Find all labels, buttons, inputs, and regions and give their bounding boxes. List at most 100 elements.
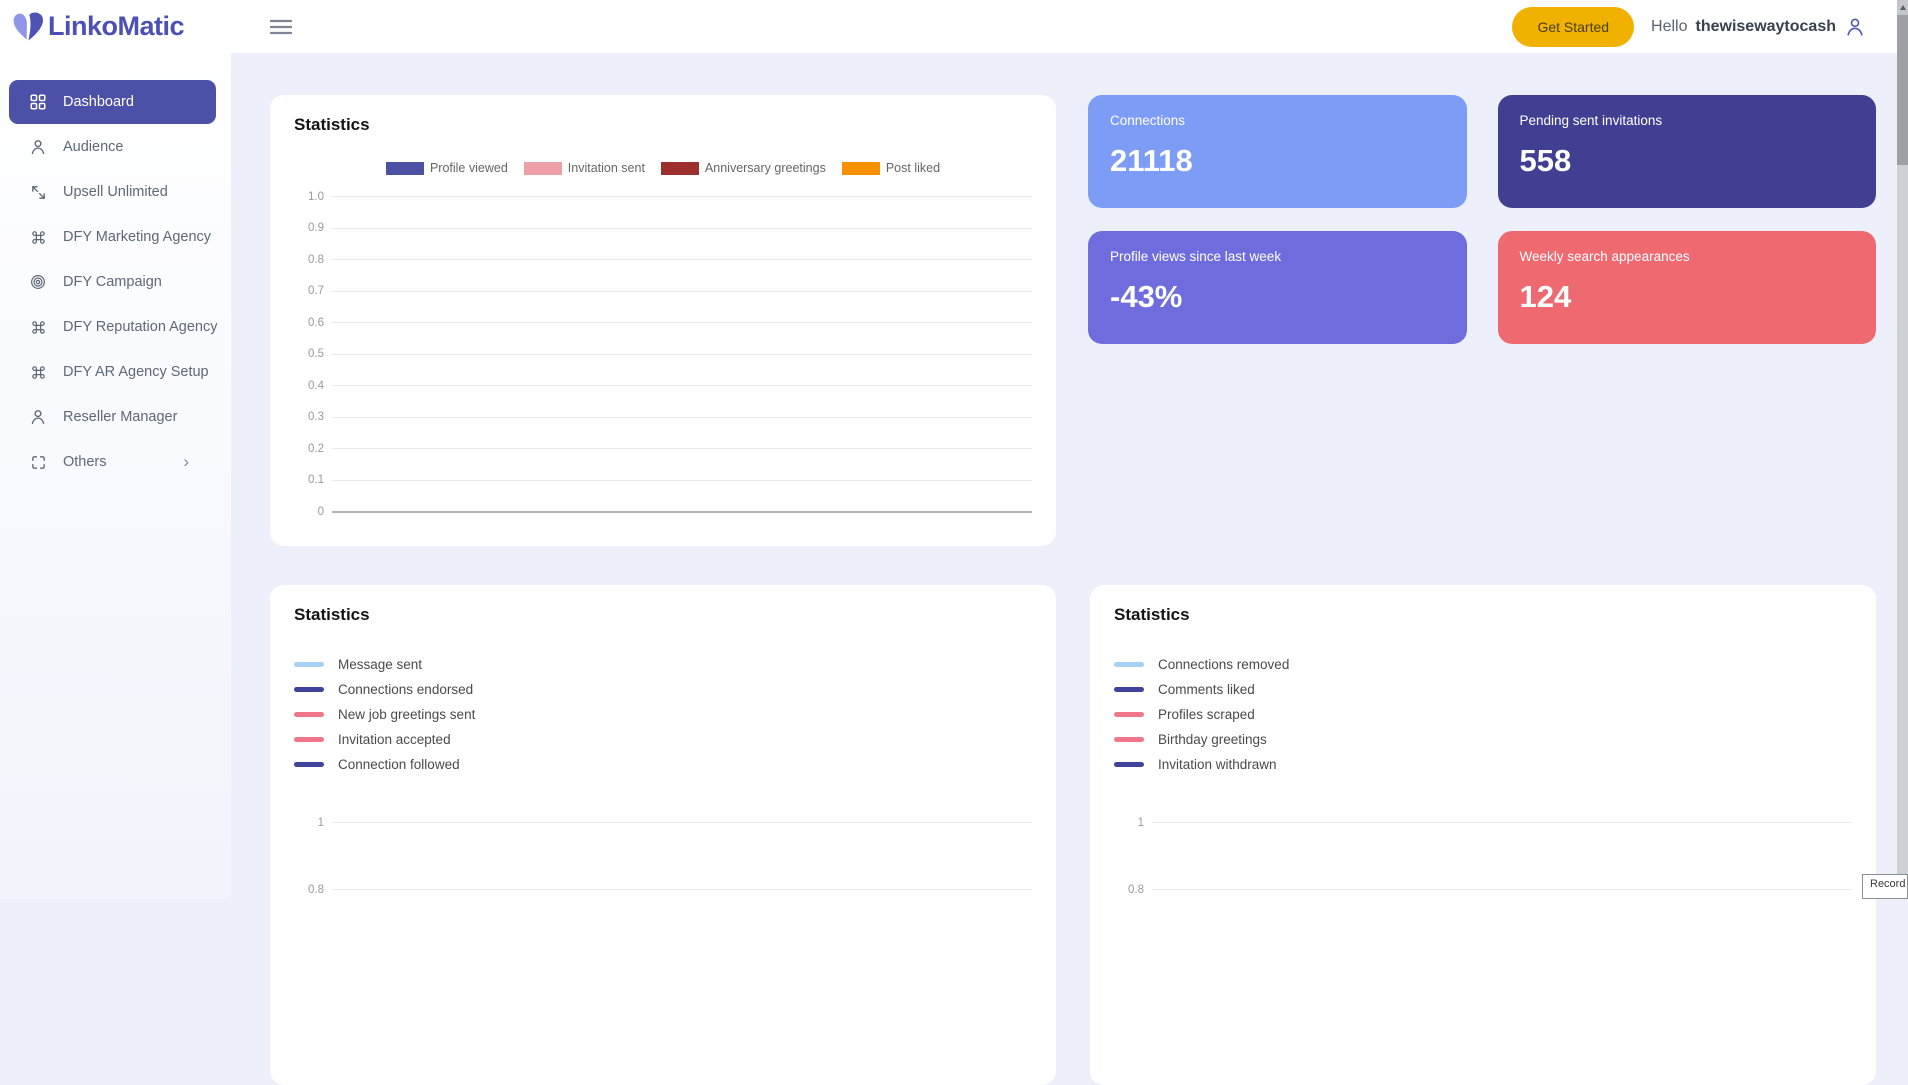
user-greeting[interactable]: Hello thewisewaytocash bbox=[1651, 16, 1866, 38]
y-axis-tick-label: 0.4 bbox=[294, 380, 324, 392]
grid-icon bbox=[28, 92, 48, 112]
y-axis-tick-label: 0.8 bbox=[1114, 884, 1144, 896]
gridline bbox=[1152, 889, 1852, 890]
command-icon bbox=[28, 227, 48, 247]
legend-line-swatch bbox=[1114, 712, 1144, 717]
scrollbar-thumb[interactable] bbox=[1897, 15, 1908, 165]
gridline-row: 0.8 bbox=[294, 856, 1032, 923]
legend-item[interactable]: Profiles scraped bbox=[1114, 705, 1852, 723]
statistics-chart-card-bottom-right: Statistics Connections removed Comments … bbox=[1090, 585, 1876, 1085]
legend-label: New job greetings sent bbox=[338, 707, 475, 722]
legend-label: Invitation withdrawn bbox=[1158, 757, 1277, 772]
gridline-row: 0.2 bbox=[294, 433, 1032, 465]
chart-plot-area: 1.0 0.9 0.8 0.7 0.6 bbox=[294, 181, 1032, 528]
user-icon bbox=[28, 137, 48, 157]
gridline-row: 0.8 bbox=[1114, 856, 1852, 923]
sidebar-item-label: Others bbox=[63, 454, 107, 470]
gridline bbox=[332, 385, 1032, 386]
gridline-row: 0.4 bbox=[294, 370, 1032, 402]
sidebar-item[interactable]: Dashboard bbox=[9, 80, 216, 124]
person-icon[interactable] bbox=[1844, 16, 1866, 38]
sidebar-item-label: Upsell Unlimited bbox=[63, 184, 168, 200]
legend-item[interactable]: Connections removed bbox=[1114, 655, 1852, 673]
gridline-row: 0.9 bbox=[294, 213, 1032, 245]
stat-card[interactable]: Pending sent invitations 558 bbox=[1498, 95, 1877, 208]
legend-item[interactable]: Post liked bbox=[842, 161, 940, 175]
legend-item[interactable]: Invitation accepted bbox=[294, 730, 1032, 748]
y-axis-tick-label: 1.0 bbox=[294, 191, 324, 203]
stat-card-value: -43% bbox=[1110, 279, 1445, 315]
sidebar-item[interactable]: Reseller Manager bbox=[0, 395, 231, 439]
legend-line-swatch bbox=[294, 662, 324, 667]
stat-card-value: 124 bbox=[1520, 279, 1855, 315]
sidebar-item-label: DFY AR Agency Setup bbox=[63, 364, 209, 380]
chart-title: Statistics bbox=[294, 115, 1032, 135]
legend-label: Message sent bbox=[338, 657, 422, 672]
gridline bbox=[332, 354, 1032, 355]
legend-item[interactable]: Anniversary greetings bbox=[661, 161, 826, 175]
brand-name: LinkoMatic bbox=[48, 11, 184, 42]
scroll-up-arrow-icon[interactable] bbox=[1897, 0, 1908, 15]
command-icon bbox=[28, 317, 48, 337]
legend-swatch bbox=[661, 162, 699, 175]
legend-line-swatch bbox=[294, 762, 324, 767]
user-icon bbox=[28, 407, 48, 427]
stat-card-label: Connections bbox=[1110, 113, 1445, 128]
stat-card[interactable]: Connections 21118 bbox=[1088, 95, 1467, 208]
chart-plot-area: 1 0.8 bbox=[1114, 789, 1852, 923]
stat-card[interactable]: Weekly search appearances 124 bbox=[1498, 231, 1877, 344]
chart-legend: Profile viewed Invitation sent Anniversa… bbox=[294, 161, 1032, 175]
hamburger-icon[interactable] bbox=[270, 19, 292, 35]
get-started-button[interactable]: Get Started bbox=[1512, 7, 1634, 47]
gridline bbox=[332, 196, 1032, 197]
vertical-scrollbar[interactable] bbox=[1897, 0, 1908, 899]
gridline bbox=[332, 511, 1032, 513]
gridline-row: 0.6 bbox=[294, 307, 1032, 339]
legend-item[interactable]: Comments liked bbox=[1114, 680, 1852, 698]
legend-label: Connections removed bbox=[1158, 657, 1289, 672]
brand-logo[interactable]: LinkoMatic bbox=[10, 9, 232, 45]
target-icon bbox=[28, 272, 48, 292]
y-axis-tick-label: 1 bbox=[294, 817, 324, 829]
record-overlay[interactable]: Record bbox=[1862, 874, 1908, 899]
y-axis-tick-label: 0.1 bbox=[294, 474, 324, 486]
gridline-row: 0.7 bbox=[294, 276, 1032, 308]
legend-item[interactable]: Invitation sent bbox=[524, 161, 645, 175]
legend-item[interactable]: Birthday greetings bbox=[1114, 730, 1852, 748]
sidebar-item-label: Audience bbox=[63, 139, 123, 155]
username: thewisewaytocash bbox=[1696, 18, 1837, 36]
sidebar-item[interactable]: DFY Reputation Agency bbox=[0, 305, 231, 349]
sidebar-item[interactable]: Upsell Unlimited bbox=[0, 170, 231, 214]
legend-swatch bbox=[524, 162, 562, 175]
sidebar-item[interactable]: DFY AR Agency Setup bbox=[0, 350, 231, 394]
y-axis-tick-label: 0.2 bbox=[294, 443, 324, 455]
sidebar-item-label: Dashboard bbox=[63, 94, 134, 110]
stat-card[interactable]: Profile views since last week -43% bbox=[1088, 231, 1467, 344]
legend-item[interactable]: Connections endorsed bbox=[294, 680, 1032, 698]
legend-item[interactable]: New job greetings sent bbox=[294, 705, 1032, 723]
legend-line-swatch bbox=[1114, 687, 1144, 692]
legend-item[interactable]: Message sent bbox=[294, 655, 1032, 673]
stat-cards-grid: Connections 21118 Pending sent invitatio… bbox=[1088, 95, 1876, 546]
sidebar-item[interactable]: Others › bbox=[0, 440, 231, 484]
sidebar-item[interactable]: DFY Campaign bbox=[0, 260, 231, 304]
gridline bbox=[332, 448, 1032, 449]
greeting-prefix: Hello bbox=[1651, 18, 1687, 36]
stat-card-label: Pending sent invitations bbox=[1520, 113, 1855, 128]
chart-plot-area: 1 0.8 bbox=[294, 789, 1032, 923]
sidebar-item[interactable]: Audience bbox=[0, 125, 231, 169]
y-axis-tick-label: 0.8 bbox=[294, 254, 324, 266]
sidebar-item[interactable]: DFY Marketing Agency bbox=[0, 215, 231, 259]
chevron-right-icon: › bbox=[183, 452, 189, 472]
legend-label: Connection followed bbox=[338, 757, 460, 772]
legend-label: Birthday greetings bbox=[1158, 732, 1267, 747]
gridline-row: 0.8 bbox=[294, 244, 1032, 276]
legend-item[interactable]: Invitation withdrawn bbox=[1114, 755, 1852, 773]
y-axis-tick-label: 0.5 bbox=[294, 348, 324, 360]
gridline-row: 1 bbox=[1114, 789, 1852, 856]
legend-item[interactable]: Connection followed bbox=[294, 755, 1032, 773]
legend-item[interactable]: Profile viewed bbox=[386, 161, 508, 175]
stat-card-label: Profile views since last week bbox=[1110, 249, 1445, 264]
chart-title: Statistics bbox=[294, 605, 1032, 625]
legend-swatch bbox=[842, 162, 880, 175]
